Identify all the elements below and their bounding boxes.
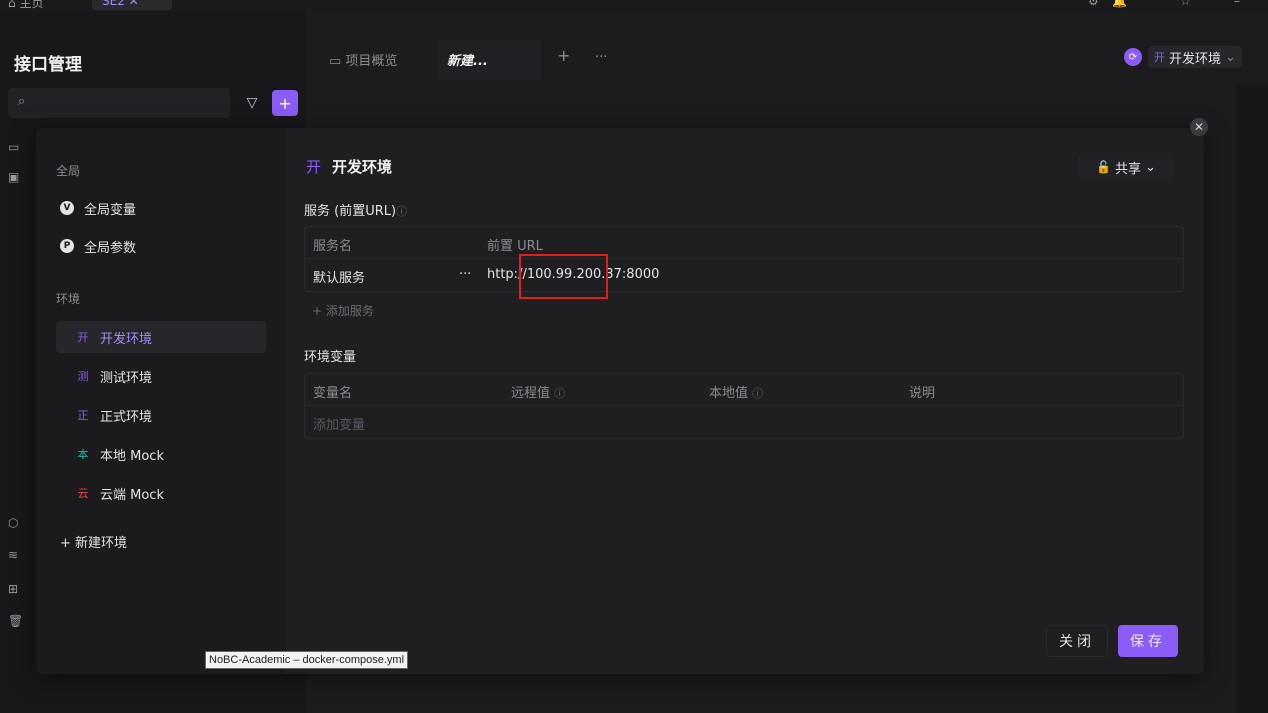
env-item-cloud-mock[interactable]: 云 云端 Mock: [56, 477, 266, 509]
service-table-header: 服务名 前置 URL: [305, 227, 1183, 259]
search-input[interactable]: ⌕: [8, 88, 230, 118]
highlight-box: [519, 254, 608, 299]
active-window-tab[interactable]: SE2 ✕: [92, 0, 172, 10]
right-strip: [1236, 84, 1268, 713]
sidebar-icon-api[interactable]: ▣: [8, 170, 19, 184]
home-tab[interactable]: ⌂ 主页: [8, 0, 43, 11]
global-params-icon: P: [60, 239, 74, 253]
share-dropdown[interactable]: 🔓 共享 ⌄: [1078, 154, 1174, 180]
filter-icon[interactable]: ▽: [240, 90, 264, 116]
vars-section-title: 环境变量: [304, 350, 357, 365]
group-title-global: 全局: [56, 164, 81, 178]
chevron-down-icon: ⌄: [1225, 49, 1236, 65]
menu-global-params[interactable]: P 全局参数: [56, 230, 266, 262]
bell-icon[interactable]: 🔔: [1112, 0, 1127, 8]
add-button[interactable]: +: [272, 90, 298, 116]
environment-switcher[interactable]: ⟳ 开 开发环境 ⌄: [1124, 46, 1242, 68]
sidebar-icon-layers[interactable]: ≋: [8, 548, 18, 562]
env-badge: 开: [306, 158, 322, 176]
service-section-title: 服务 (前置URL)ⓘ: [304, 204, 408, 219]
env-item-prod[interactable]: 正 正式环境: [56, 399, 266, 431]
menu-global-vars[interactable]: V 全局变量: [56, 192, 266, 224]
add-var-input[interactable]: 添加变量: [313, 414, 365, 433]
env-select[interactable]: 开 开发环境 ⌄: [1148, 46, 1242, 68]
table-row: 默认服务 ··· http://100.99.200.37:8000: [305, 259, 1183, 291]
env-nav: 全局 V 全局变量 P 全局参数 环境 开 开发环境 测 测试环境 正 正式环境…: [36, 128, 286, 674]
vars-table: 变量名 远程值 ⓘ 本地值 ⓘ 说明 添加变量: [304, 373, 1184, 439]
sidebar-icon-cube[interactable]: ⬡: [8, 516, 18, 530]
chevron-down-icon: ⌄: [1145, 159, 1156, 175]
document-tabs: ▭ 项目概览 新建... + ···: [305, 40, 1205, 80]
help-icon: ⓘ: [554, 387, 566, 400]
tab-new[interactable]: 新建...: [447, 50, 488, 69]
tab-project-overview[interactable]: ▭ 项目概览: [329, 50, 397, 69]
pin-icon[interactable]: ☆: [1180, 0, 1191, 8]
search-icon: ⌕: [18, 94, 26, 109]
add-service-link[interactable]: + 添加服务: [312, 302, 374, 319]
env-item-local-mock[interactable]: 本 本地 Mock: [56, 438, 266, 470]
service-table: 服务名 前置 URL 默认服务 ··· http://100.99.200.37…: [304, 226, 1184, 292]
group-title-env: 环境: [56, 292, 81, 306]
window-tab-strip: ⌂ 主页 SE2 ✕ ⚙ 🔔 ☆ –: [0, 0, 1268, 11]
service-name-input[interactable]: 默认服务: [313, 267, 365, 286]
save-button[interactable]: 保存: [1118, 625, 1178, 657]
env-header: 开 开发环境 🔓 共享 ⌄: [304, 154, 1184, 180]
env-item-dev[interactable]: 开 开发环境: [56, 321, 266, 353]
app-title: 接口管理: [14, 55, 82, 75]
environment-modal: 全局 V 全局变量 P 全局参数 环境 开 开发环境 测 测试环境 正 正式环境…: [36, 128, 1204, 674]
add-tab-icon[interactable]: +: [557, 46, 570, 65]
env-item-test[interactable]: 测 测试环境: [56, 360, 266, 392]
settings-icon[interactable]: ⚙: [1088, 0, 1099, 8]
lock-icon: 🔓: [1096, 160, 1112, 174]
help-icon: ⓘ: [396, 205, 408, 218]
env-editor: 开 开发环境 🔓 共享 ⌄ 服务 (前置URL)ⓘ 服务名 前置 URL 默认服…: [304, 128, 1184, 674]
minimize-icon[interactable]: –: [1234, 0, 1240, 8]
more-tabs-icon[interactable]: ···: [595, 50, 607, 65]
new-env-button[interactable]: + 新建环境: [56, 525, 266, 557]
vars-table-header: 变量名 远程值 ⓘ 本地值 ⓘ 说明: [305, 374, 1183, 406]
sidebar-icon-import[interactable]: ⊞: [8, 582, 18, 596]
sidebar-icon-trash[interactable]: 🗑: [8, 614, 23, 628]
help-icon: ⓘ: [752, 387, 764, 400]
modal-footer: 关闭 保存: [1046, 625, 1178, 657]
sync-icon[interactable]: ⟳: [1124, 48, 1142, 66]
env-name[interactable]: 开发环境: [332, 156, 392, 177]
taskbar-tooltip: NoBC-Academic – docker-compose.yml: [205, 651, 409, 669]
close-icon[interactable]: ✕: [1190, 118, 1208, 136]
close-button[interactable]: 关闭: [1046, 625, 1108, 657]
sidebar-icon-overview[interactable]: ▭: [8, 140, 19, 154]
more-icon[interactable]: ···: [459, 267, 471, 282]
table-row: 添加变量: [305, 406, 1183, 438]
global-vars-icon: V: [60, 201, 74, 215]
